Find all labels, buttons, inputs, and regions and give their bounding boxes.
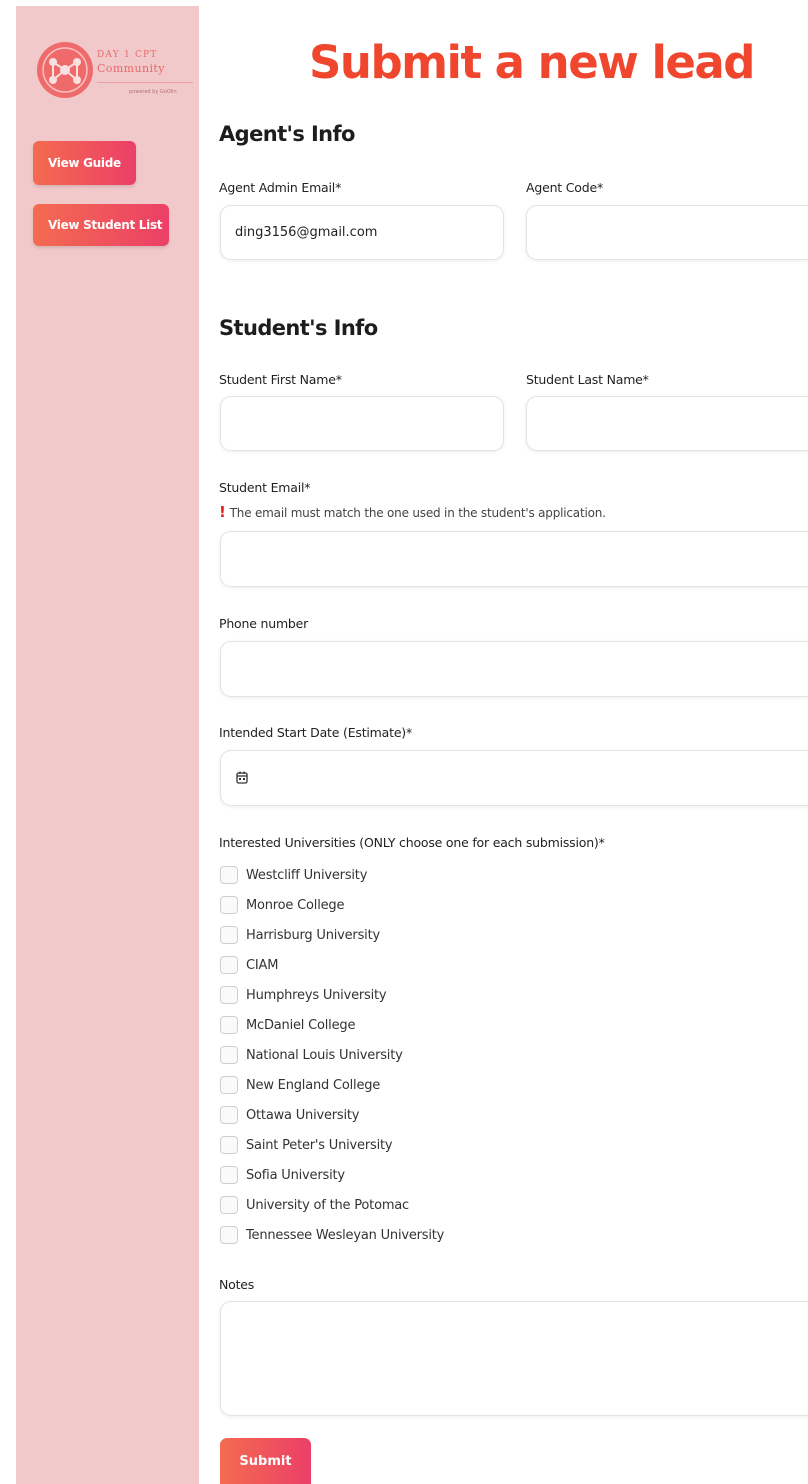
university-checkbox[interactable]	[220, 1226, 238, 1244]
logo-text-line2: Community	[97, 62, 165, 75]
university-label: Tennessee Wesleyan University	[246, 1227, 445, 1243]
university-option[interactable]: Sofia University	[220, 1165, 345, 1185]
university-checkbox[interactable]	[220, 1136, 238, 1154]
university-option[interactable]: Tennessee Wesleyan University	[220, 1225, 444, 1245]
agent-email-input[interactable]	[220, 205, 504, 260]
agent-code-input[interactable]	[526, 205, 808, 260]
logo-powered-by: powered by GoOlin	[129, 89, 177, 95]
warning-icon: !	[219, 503, 226, 521]
university-label: Harrisburg University	[246, 927, 380, 943]
student-first-name-label: Student First Name*	[219, 372, 342, 387]
view-guide-button[interactable]: View Guide	[33, 141, 136, 185]
page-gutter	[0, 0, 16, 1484]
university-label: Humphreys University	[246, 987, 387, 1003]
start-date-input[interactable]	[220, 750, 808, 806]
submit-button[interactable]: Submit	[220, 1438, 311, 1484]
university-option[interactable]: Harrisburg University	[220, 925, 380, 945]
student-email-hint-text: The email must match the one used in the…	[229, 506, 606, 520]
university-label: Saint Peter's University	[246, 1137, 393, 1153]
student-email-input[interactable]	[220, 531, 808, 587]
university-label: University of the Potomac	[246, 1197, 409, 1213]
student-first-name-input[interactable]	[220, 396, 504, 451]
university-option[interactable]: New England College	[220, 1075, 380, 1095]
university-option[interactable]: Saint Peter's University	[220, 1135, 393, 1155]
university-label: National Louis University	[246, 1047, 403, 1063]
university-label: Ottawa University	[246, 1107, 360, 1123]
logo-network-icon	[37, 42, 93, 98]
student-last-name-label: Student Last Name*	[526, 372, 649, 387]
view-student-list-button[interactable]: View Student List	[33, 204, 169, 246]
start-date-label: Intended Start Date (Estimate)*	[219, 725, 413, 740]
university-checkbox[interactable]	[220, 896, 238, 914]
logo-divider	[97, 82, 193, 83]
university-label: Sofia University	[246, 1167, 345, 1183]
community-logo: DAY 1 CPT Community powered by GoOlin	[35, 40, 195, 106]
university-option[interactable]: CIAM	[220, 955, 278, 975]
student-email-hint: ! The email must match the one used in th…	[219, 503, 606, 521]
agent-info-heading: Agent's Info	[219, 122, 355, 146]
university-option[interactable]: Ottawa University	[220, 1105, 360, 1125]
university-checkbox[interactable]	[220, 1106, 238, 1124]
university-checkbox[interactable]	[220, 866, 238, 884]
university-checkbox[interactable]	[220, 1166, 238, 1184]
student-email-label: Student Email*	[219, 480, 311, 495]
phone-number-label: Phone number	[219, 616, 309, 631]
university-checkbox[interactable]	[220, 926, 238, 944]
notes-textarea[interactable]	[220, 1301, 808, 1416]
page-title: Submit a new lead	[309, 36, 756, 89]
university-option[interactable]: National Louis University	[220, 1045, 403, 1065]
student-last-name-input[interactable]	[526, 396, 808, 451]
student-info-heading: Student's Info	[219, 316, 378, 340]
university-label: New England College	[246, 1077, 381, 1093]
university-label: McDaniel College	[246, 1017, 356, 1033]
university-option[interactable]: Monroe College	[220, 895, 344, 915]
notes-label: Notes	[219, 1277, 255, 1292]
university-checkbox[interactable]	[220, 986, 238, 1004]
universities-label: Interested Universities (ONLY choose one…	[219, 835, 605, 850]
university-option[interactable]: University of the Potomac	[220, 1195, 409, 1215]
university-option[interactable]: McDaniel College	[220, 1015, 355, 1035]
university-checkbox[interactable]	[220, 1076, 238, 1094]
agent-code-label: Agent Code*	[526, 180, 604, 195]
university-label: Westcliff University	[246, 867, 368, 883]
university-option[interactable]: Humphreys University	[220, 985, 387, 1005]
calendar-icon[interactable]	[236, 771, 248, 784]
university-label: CIAM	[246, 957, 279, 973]
logo-text-line1: DAY 1 CPT	[97, 50, 158, 60]
university-option[interactable]: Westcliff University	[220, 865, 367, 885]
university-checkbox[interactable]	[220, 1016, 238, 1034]
phone-number-input[interactable]	[220, 641, 808, 697]
university-checkbox[interactable]	[220, 956, 238, 974]
university-checkbox[interactable]	[220, 1046, 238, 1064]
university-checkbox[interactable]	[220, 1196, 238, 1214]
sidebar: DAY 1 CPT Community powered by GoOlin Vi…	[16, 6, 199, 1484]
agent-email-label: Agent Admin Email*	[219, 180, 342, 195]
university-label: Monroe College	[246, 897, 345, 913]
